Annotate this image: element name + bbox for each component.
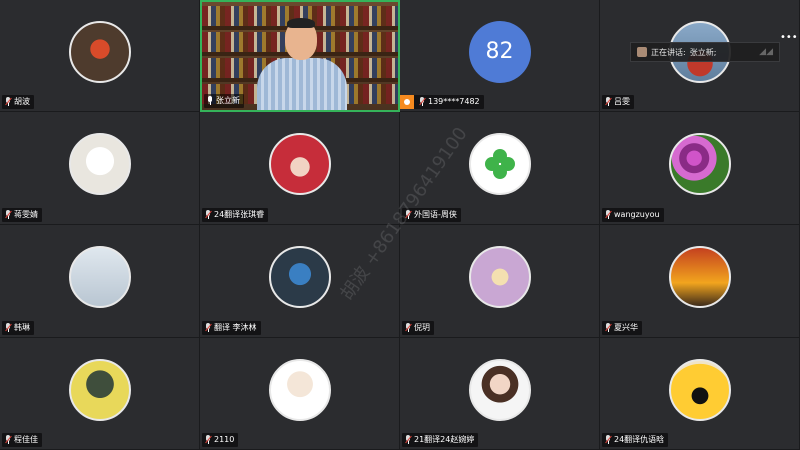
participant-name: 程佳佳: [14, 435, 38, 444]
participant-nameplate: 24翻译仇语晗: [602, 433, 669, 447]
participant-avatar: [268, 133, 331, 195]
more-options-button[interactable]: •••: [780, 33, 798, 44]
participant-tile[interactable]: 蒋雯婧: [0, 112, 200, 225]
participant-name: 139****7482: [428, 97, 480, 106]
mic-muted-icon: [204, 435, 212, 445]
clover-avatar: [468, 133, 531, 195]
participant-avatar: [268, 246, 331, 308]
mic-muted-icon: [204, 323, 212, 333]
mic-muted-icon: [604, 97, 612, 107]
participant-name: 24翻译仇语晗: [614, 435, 665, 444]
participant-nameplate: 21翻译24赵婉婷: [402, 433, 479, 447]
participant-avatar: [468, 246, 531, 308]
participant-nameplate: 24翻译张琪睿: [202, 208, 269, 222]
participant-nameplate: 吕雯: [602, 95, 634, 109]
participant-name: 24翻译张琪睿: [214, 210, 265, 219]
participant-name: 胡波: [14, 97, 30, 106]
participant-name: 吕雯: [614, 97, 630, 106]
participant-nameplate: 外国语-周侠: [402, 208, 461, 222]
participant-nameplate: 韩琳: [2, 321, 34, 335]
participant-nameplate: 张立新: [204, 94, 244, 108]
host-icon: [400, 95, 414, 109]
mic-icon: [206, 96, 214, 106]
participant-avatar: [268, 358, 331, 421]
mic-muted-icon: [404, 323, 412, 333]
participant-nameplate: wangzuyou: [602, 208, 664, 222]
mic-muted-icon: [4, 97, 12, 107]
participant-tile[interactable]: 24翻译仇语晗: [600, 338, 800, 450]
participant-avatar: [468, 358, 531, 421]
participant-tile[interactable]: 胡波: [0, 0, 200, 112]
participant-grid: 胡波 张立新 82 139****7482 吕雯 蒋雯婧 24翻译张琪睿 外国语…: [0, 0, 800, 450]
participant-name: 外国语-周侠: [414, 210, 457, 219]
participant-name: 蒋雯婧: [14, 210, 38, 219]
participant-avatar: [68, 20, 131, 83]
speaker-avatar: [637, 47, 647, 57]
mic-muted-icon: [604, 323, 612, 333]
participant-name: 夏兴华: [614, 323, 638, 332]
participant-tile[interactable]: 程佳佳: [0, 338, 200, 450]
participant-nameplate: 夏兴华: [602, 321, 642, 335]
participant-avatar: [668, 133, 731, 195]
participant-nameplate: 蒋雯婧: [2, 208, 42, 222]
participant-nameplate: 2110: [202, 433, 239, 447]
mic-muted-icon: [604, 210, 612, 220]
participant-name: wangzuyou: [614, 210, 660, 219]
signal-icon: ◢◢: [759, 47, 773, 57]
speaking-toast: 正在讲话: 张立新; ◢◢: [630, 42, 780, 62]
participant-person: [257, 18, 347, 110]
participant-avatar: [68, 358, 131, 421]
participant-tile[interactable]: 82 139****7482: [400, 0, 600, 112]
participant-avatar: [68, 246, 131, 308]
participant-nameplate: 胡波: [2, 95, 34, 109]
participant-name: 21翻译24赵婉婷: [414, 435, 475, 444]
mic-muted-icon: [404, 435, 412, 445]
participant-name: 翻译 李沐林: [214, 323, 257, 332]
speaking-name: 张立新;: [689, 47, 717, 57]
participant-name: 2110: [214, 435, 235, 444]
participant-nameplate: 程佳佳: [2, 433, 42, 447]
participant-name: 韩琳: [14, 323, 30, 332]
mic-muted-icon: [404, 210, 412, 220]
mic-muted-icon: [4, 323, 12, 333]
mic-muted-icon: [604, 435, 612, 445]
participant-avatar: [668, 358, 731, 421]
participant-nameplate: 139****7482: [400, 95, 484, 109]
participant-tile[interactable]: 翻译 李沐林: [200, 225, 400, 338]
participant-tile[interactable]: 21翻译24赵婉婷: [400, 338, 600, 450]
participant-avatar: [668, 246, 731, 308]
number-avatar: 82: [468, 20, 531, 83]
speaking-label: 正在讲话:: [651, 47, 686, 57]
mic-muted-icon: [4, 435, 12, 445]
participant-tile[interactable]: 韩琳: [0, 225, 200, 338]
mic-muted-icon: [4, 210, 12, 220]
participant-name: 张立新: [216, 96, 240, 105]
participant-nameplate: 翻译 李沐林: [202, 321, 261, 335]
participant-tile[interactable]: 24翻译张琪睿: [200, 112, 400, 225]
participant-name: 倪玥: [414, 323, 430, 332]
participant-tile[interactable]: wangzuyou: [600, 112, 800, 225]
mic-muted-icon: [418, 97, 426, 107]
participant-tile[interactable]: 倪玥: [400, 225, 600, 338]
participant-tile-video[interactable]: 张立新: [200, 0, 400, 112]
participant-avatar: [68, 133, 131, 195]
mic-muted-icon: [204, 210, 212, 220]
participant-nameplate: 倪玥: [402, 321, 434, 335]
participant-tile[interactable]: 外国语-周侠: [400, 112, 600, 225]
clover-icon: [484, 149, 515, 179]
participant-tile[interactable]: 夏兴华: [600, 225, 800, 338]
participant-tile[interactable]: 2110: [200, 338, 400, 450]
